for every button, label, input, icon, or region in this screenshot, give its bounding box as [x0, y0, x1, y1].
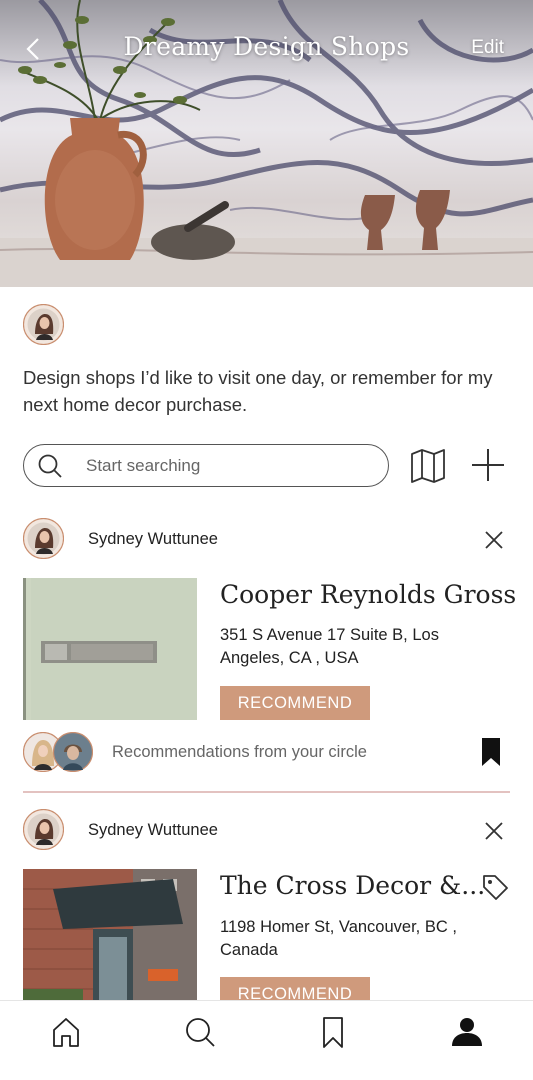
close-icon[interactable] — [483, 529, 505, 551]
circle-text: Recommendations from your circle — [112, 743, 367, 761]
search-input[interactable]: Start searching — [23, 444, 389, 487]
shop-thumbnail[interactable] — [23, 578, 197, 720]
circle-recommendations[interactable]: Recommendations from your circle — [23, 732, 513, 776]
profile-icon[interactable] — [450, 1015, 484, 1049]
avatar[interactable] — [23, 809, 64, 850]
tab-bar — [0, 1000, 533, 1080]
bookmark-icon[interactable] — [480, 736, 502, 768]
page-title: Dreamy Design Shops — [123, 32, 410, 61]
shop-address: 351 S Avenue 17 Suite B, Los Angeles, CA… — [220, 626, 439, 667]
divider — [23, 791, 510, 793]
cover-image: Dreamy Design Shops Edit — [0, 0, 533, 287]
bookmark-icon[interactable] — [316, 1015, 350, 1049]
recommend-button[interactable]: RECOMMEND — [220, 686, 370, 720]
edit-button[interactable]: Edit — [471, 37, 504, 59]
search-placeholder: Start searching — [86, 455, 201, 475]
list-description: Design shops I’d like to visit one day, … — [23, 367, 493, 415]
circle-avatar — [53, 732, 93, 772]
owner-avatar[interactable] — [23, 304, 64, 345]
shop-name[interactable]: Cooper Reynolds Gross — [220, 580, 516, 609]
shop-thumbnail[interactable] — [23, 869, 197, 1011]
home-icon[interactable] — [49, 1015, 83, 1049]
shop-address: 1198 Homer St, Vancouver, BC , Canada — [220, 918, 457, 959]
map-button[interactable] — [409, 447, 447, 485]
tag-icon[interactable] — [481, 873, 509, 901]
user-name[interactable]: Sydney Wuttunee — [88, 530, 218, 549]
search-icon — [38, 454, 62, 478]
shop-name[interactable]: The Cross Decor &... — [220, 871, 485, 900]
user-name[interactable]: Sydney Wuttunee — [88, 821, 218, 840]
search-icon[interactable] — [183, 1015, 217, 1049]
close-icon[interactable] — [483, 820, 505, 842]
avatar[interactable] — [23, 518, 64, 559]
add-button[interactable] — [470, 447, 506, 483]
